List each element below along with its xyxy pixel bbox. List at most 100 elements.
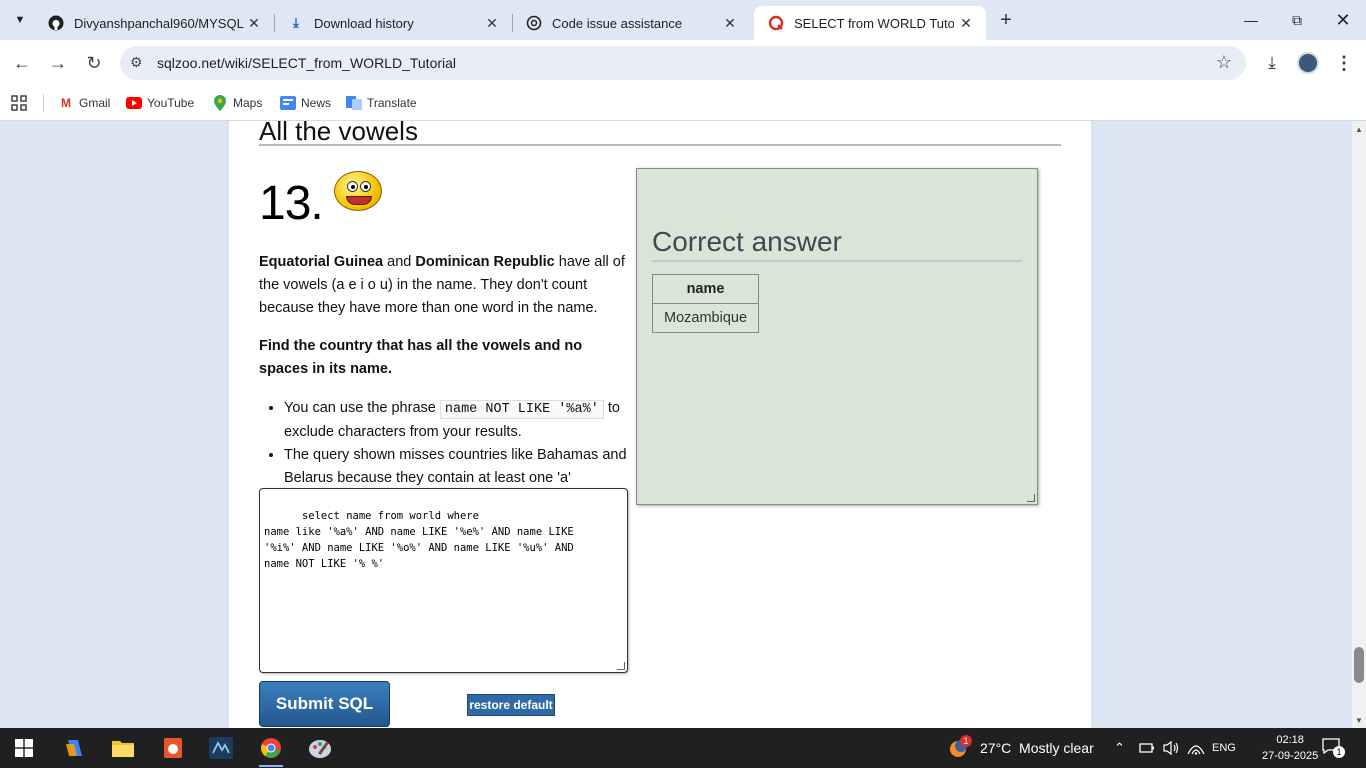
windows-taskbar: 1 27°C Mostly clear ⌃ ENG 02:18 27-09-20… [0, 728, 1366, 768]
hint-list: You can use the phrase name NOT LIKE '%a… [259, 397, 629, 490]
answer-cell: Mozambique [651, 303, 760, 333]
weather-widget[interactable]: 1 27°C Mostly clear [946, 728, 1094, 768]
hint-code: name NOT LIKE '%a%' [439, 400, 604, 419]
weather-icon: 1 [946, 735, 972, 759]
tab-title: SELECT from WORLD Tutorial - [794, 15, 954, 31]
chrome-icon[interactable] [255, 733, 287, 767]
notification-icon[interactable]: 1 [1322, 738, 1345, 758]
sql-text: select name from world where name like '… [264, 510, 574, 570]
scroll-down-icon[interactable]: ▼ [1355, 716, 1363, 725]
battery-icon[interactable] [1139, 728, 1155, 768]
tray-overflow-icon[interactable]: ⌃ [1114, 728, 1125, 768]
news-icon [280, 96, 296, 110]
resize-handle[interactable] [617, 662, 625, 670]
new-tab-button[interactable]: + [995, 8, 1017, 32]
tab-close-icon[interactable]: ✕ [958, 15, 974, 31]
bookmark-maps[interactable]: Maps [212, 93, 262, 113]
bookmark-youtube[interactable]: YouTube [126, 93, 194, 113]
notification-count: 1 [1333, 746, 1345, 758]
copilot-icon[interactable] [58, 733, 90, 763]
sqlzoo-icon [768, 15, 784, 31]
tab-close-icon[interactable]: ✕ [722, 15, 738, 31]
answer-column-header: name [651, 274, 760, 304]
bookmark-label: YouTube [147, 96, 195, 110]
answer-title: Correct answer [652, 224, 1022, 262]
system-clock[interactable]: 02:18 27-09-2025 [1262, 732, 1318, 764]
tab-close-icon[interactable]: ✕ [484, 15, 500, 31]
submit-sql-button[interactable]: Submit SQL [259, 681, 390, 727]
sql-editor[interactable]: select name from world where name like '… [259, 488, 628, 673]
download-icon: ⤓ [293, 15, 299, 30]
bookmark-label: Translate [367, 96, 417, 110]
intro-and: and [387, 254, 412, 270]
github-icon [48, 15, 64, 31]
tab-code-issue[interactable]: Code issue assistance ✕ [512, 6, 750, 40]
page-scrollbar[interactable]: ▲ ▼ [1352, 121, 1366, 728]
hint-item: The query shown misses countries like Ba… [284, 444, 629, 490]
apps-icon[interactable] [11, 93, 27, 113]
restore-default-button[interactable]: restore default [467, 694, 555, 716]
tab-download-history[interactable]: ⤓ Download history ✕ [274, 6, 512, 40]
hint-text: The query shown misses countries like Ba… [284, 447, 627, 486]
language-indicator[interactable]: ENG [1212, 728, 1236, 768]
youtube-icon [126, 96, 142, 110]
browser-toolbar: ← → ↻ ⚙ sqlzoo.net/wiki/SELECT_from_WORL… [0, 40, 1366, 86]
address-bar[interactable]: ⚙ sqlzoo.net/wiki/SELECT_from_WORLD_Tuto… [120, 46, 1246, 80]
reload-button[interactable]: ↻ [81, 50, 107, 76]
bookmark-gmail[interactable]: M Gmail [58, 93, 110, 113]
clock-time: 02:18 [1276, 734, 1304, 746]
country-name: Dominican Republic [415, 254, 555, 270]
tab-search-icon[interactable]: ▼ [8, 8, 32, 32]
site-info-icon[interactable]: ⚙ [130, 54, 143, 71]
smiley-mouth [346, 196, 372, 205]
gmail-icon: M [61, 96, 71, 110]
section-title: All the vowels [259, 121, 1061, 146]
page-viewport: All the vowels 13. Equatorial Guinea and… [0, 121, 1352, 728]
country-name: Equatorial Guinea [259, 254, 384, 270]
forward-button[interactable]: → [45, 50, 71, 76]
restore-window-button[interactable]: ⧉ [1274, 0, 1320, 40]
hint-item: You can use the phrase name NOT LIKE '%a… [284, 397, 629, 444]
question-number: 13. [259, 177, 324, 230]
mysql-workbench-icon[interactable] [205, 733, 237, 763]
smiley-icon [334, 171, 382, 211]
back-button[interactable]: ← [9, 50, 35, 76]
paint-icon[interactable] [304, 733, 336, 763]
weather-badge: 1 [960, 735, 972, 747]
minimize-button[interactable]: — [1228, 0, 1274, 40]
answer-table: name Mozambique [651, 274, 760, 333]
tab-close-icon[interactable]: ✕ [246, 15, 262, 31]
bookmark-news[interactable]: News [280, 93, 331, 113]
close-window-button[interactable]: ✕ [1320, 0, 1366, 40]
wifi-icon[interactable] [1187, 728, 1205, 768]
tab-title: Download history [314, 15, 414, 31]
bookmark-label: Maps [233, 96, 263, 110]
menu-icon[interactable]: ⋮ [1332, 52, 1356, 74]
windows-start-icon[interactable] [8, 733, 40, 763]
hint-text: You can use the phrase [284, 400, 436, 416]
volume-icon[interactable] [1162, 728, 1180, 768]
file-explorer-icon[interactable] [107, 733, 139, 763]
resize-handle[interactable] [1027, 494, 1035, 502]
correct-answer-panel: Correct answer name Mozambique [636, 168, 1038, 505]
maps-icon [212, 95, 228, 111]
smiley-eye [347, 181, 358, 192]
openai-icon [526, 15, 542, 31]
smiley-eye [360, 181, 371, 192]
bookmarks-bar: M Gmail YouTube Maps News Translate [0, 86, 1366, 121]
tab-sqlzoo[interactable]: SELECT from WORLD Tutorial - ✕ [754, 6, 986, 40]
tab-github[interactable]: Divyanshpanchal960/MYSQL: S ✕ [34, 6, 274, 40]
clock-date: 27-09-2025 [1262, 750, 1319, 762]
app-icon[interactable] [157, 733, 189, 763]
tab-title: Divyanshpanchal960/MYSQL: S [74, 15, 244, 31]
scroll-up-icon[interactable]: ▲ [1355, 125, 1363, 134]
question-task: Find the country that has all the vowels… [259, 338, 583, 377]
weather-text: 27°C Mostly clear [980, 740, 1094, 756]
profile-avatar[interactable] [1297, 52, 1319, 74]
bookmark-star-icon[interactable]: ☆ [1216, 52, 1232, 73]
scrollbar-thumb[interactable] [1354, 647, 1364, 683]
downloads-icon[interactable]: ⤓ [1260, 52, 1284, 74]
bookmark-label: News [301, 96, 332, 110]
bookmark-translate[interactable]: Translate [346, 93, 417, 113]
bookmark-separator [43, 94, 44, 112]
